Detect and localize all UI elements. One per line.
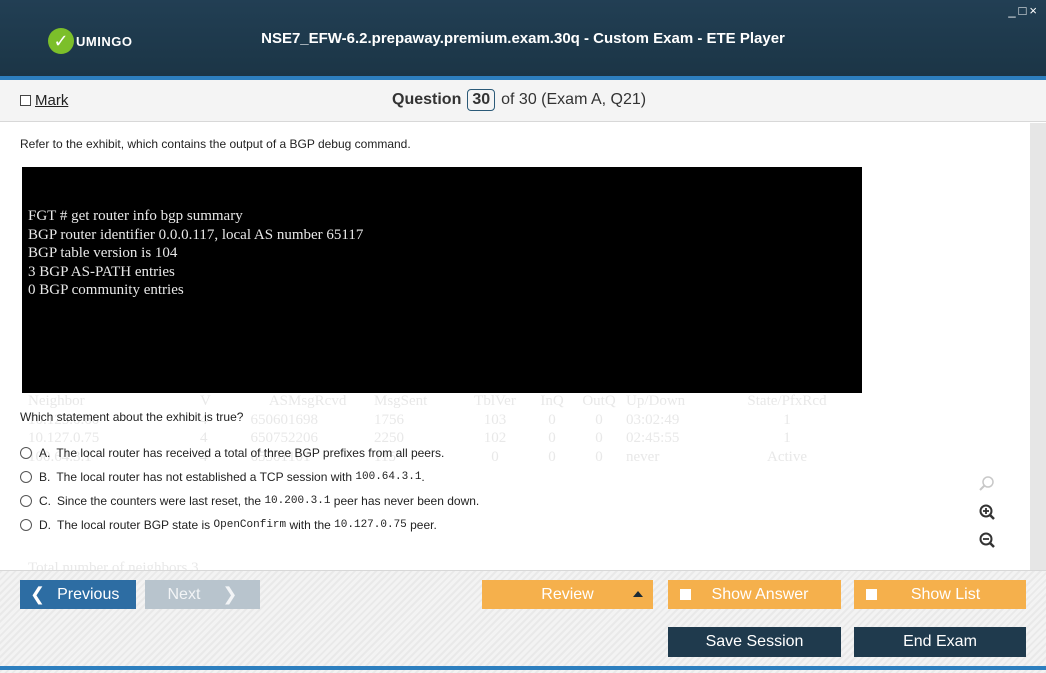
answer-option[interactable]: A. The local router has received a total …	[20, 441, 479, 465]
exhibit-cell: 0	[548, 448, 556, 465]
option-text: 10.200.3.1	[264, 495, 331, 507]
answer-option[interactable]: C. Since the counters were last reset, th…	[20, 489, 479, 513]
option-letter: B.	[39, 470, 51, 484]
question-indicator: Question 30 of 30 (Exam A, Q21)	[392, 89, 646, 111]
close-icon[interactable]: ×	[1029, 3, 1040, 18]
bottom-accent-line	[0, 666, 1046, 670]
option-text: .	[421, 470, 425, 484]
search-icon[interactable]	[976, 473, 998, 495]
option-text: Since the counters were last reset, the	[57, 494, 265, 508]
answer-option[interactable]: D. The local router BGP state is OpenConf…	[20, 513, 479, 537]
mark-label[interactable]: Mark	[35, 92, 68, 109]
show-answer-button[interactable]: Show Answer	[668, 580, 841, 609]
question-intro: Refer to the exhibit, which contains the…	[20, 137, 411, 151]
exhibit-cell: MsgRcvd	[288, 393, 347, 409]
show-answer-checkbox[interactable]	[680, 589, 691, 600]
next-button[interactable]: Next ❯	[145, 580, 260, 609]
exhibit-line: BGP table version is 104	[28, 245, 178, 261]
zoom-in-icon[interactable]	[976, 501, 998, 523]
zoom-out-icon[interactable]	[976, 529, 998, 551]
caret-up-icon	[633, 591, 643, 597]
answer-option[interactable]: B. The local router has not established a…	[20, 465, 479, 489]
radio-button[interactable]	[20, 519, 32, 531]
exhibit-cell: MsgSent	[374, 393, 428, 409]
question-content: Refer to the exhibit, which contains the…	[0, 123, 1030, 576]
exhibit-image: FGT # get router info bgp summary BGP rou…	[22, 167, 862, 576]
previous-button[interactable]: ❮ Previous	[20, 580, 136, 609]
minimize-icon[interactable]: _	[1008, 3, 1018, 18]
radio-button[interactable]	[20, 471, 32, 483]
window-controls: _□×	[1008, 3, 1040, 18]
exhibit-cell: 1756	[374, 411, 404, 428]
exhibit-line: 0 BGP community entries	[28, 282, 184, 298]
zoom-controls	[976, 473, 998, 557]
exhibit-cell: Neighbor	[28, 393, 85, 409]
option-text: The local router has received a total of…	[56, 446, 445, 460]
review-button[interactable]: Review	[482, 580, 653, 609]
option-text: peer has never been down.	[330, 494, 480, 508]
exhibit-cell: 1698	[288, 411, 318, 428]
exhibit-cell: 0	[595, 448, 603, 465]
review-label: Review	[541, 585, 594, 603]
window-title: NSE7_EFW-6.2.prepaway.premium.exam.30q -…	[261, 30, 785, 47]
exhibit-cell: Up/Down	[626, 393, 686, 409]
vertical-scrollbar[interactable]	[1030, 123, 1046, 570]
chevron-left-icon: ❮	[30, 584, 46, 604]
exhibit-cell: State/PfxRcd	[747, 393, 827, 409]
exhibit-table-header: Neighbor V AS MsgRcvd MsgSent TblVer InQ OutQ Up…	[28, 392, 856, 411]
exhibit-line: BGP router identifier 0.0.0.117, local A…	[28, 226, 364, 243]
show-answer-label: Show Answer	[711, 585, 809, 603]
exhibit-cell: 0	[595, 430, 603, 446]
exhibit-cell: 03:02:49	[626, 411, 680, 428]
exhibit-cell: V	[200, 393, 211, 409]
answer-options: A. The local router has received a total …	[20, 441, 479, 537]
question-bar: Mark Question 30 of 30 (Exam A, Q21)	[0, 80, 1046, 122]
radio-button[interactable]	[20, 495, 32, 507]
exhibit-cell: TblVer	[474, 393, 516, 409]
exhibit-cell: OutQ	[582, 393, 616, 409]
exhibit-cell: 02:45:55	[626, 430, 680, 446]
exhibit-cell: 0	[595, 411, 603, 428]
exhibit-line: 3 BGP AS-PATH entries	[28, 263, 175, 280]
exhibit-cell: 0	[548, 430, 556, 446]
title-bar: ✓ UMINGO NSE7_EFW-6.2.prepaway.premium.e…	[0, 0, 1046, 80]
question-of-text: of 30 (Exam A, Q21)	[501, 91, 647, 108]
show-list-label: Show List	[910, 585, 981, 603]
maximize-icon[interactable]: □	[1019, 3, 1030, 18]
exhibit-cell: never	[626, 448, 660, 465]
exhibit-cell: 103	[483, 411, 507, 428]
option-letter: C.	[39, 494, 51, 508]
exhibit-cell: AS	[268, 393, 288, 409]
mark-checkbox[interactable]: Mark	[20, 92, 68, 109]
option-text: 100.64.3.1	[355, 471, 422, 483]
question-stem: Which statement about the exhibit is tru…	[20, 410, 244, 424]
option-text: with the	[286, 518, 335, 532]
save-session-button[interactable]: Save Session	[668, 627, 841, 657]
option-text: peer.	[406, 518, 437, 532]
option-text: 10.127.0.75	[334, 519, 407, 531]
question-number-input[interactable]: 30	[467, 89, 496, 111]
option-text: The local router BGP state is	[57, 518, 214, 532]
radio-button[interactable]	[20, 447, 32, 459]
end-exam-button[interactable]: End Exam	[854, 627, 1026, 657]
next-label: Next	[167, 585, 201, 603]
previous-label: Previous	[57, 585, 120, 603]
exhibit-cell: 1	[783, 430, 791, 446]
show-list-button[interactable]: Show List	[854, 580, 1026, 609]
option-letter: A.	[39, 446, 51, 460]
show-list-checkbox[interactable]	[866, 589, 877, 600]
bottom-toolbar: ❮ Previous Next ❯ Review Show Answer Sho…	[0, 570, 1046, 673]
exhibit-cell: InQ	[540, 393, 564, 409]
exhibit-cell: 1	[783, 411, 791, 428]
option-letter: D.	[39, 518, 51, 532]
exhibit-line: FGT # get router info bgp summary	[28, 208, 243, 224]
exhibit-cell: Active	[767, 448, 807, 465]
exhibit-cell: 0	[548, 411, 556, 428]
question-word: Question	[392, 91, 462, 108]
checkbox-icon[interactable]	[20, 95, 31, 106]
option-text: The local router has not established a T…	[56, 470, 356, 484]
option-text: OpenConfirm	[213, 519, 287, 531]
chevron-right-icon: ❯	[222, 584, 238, 604]
